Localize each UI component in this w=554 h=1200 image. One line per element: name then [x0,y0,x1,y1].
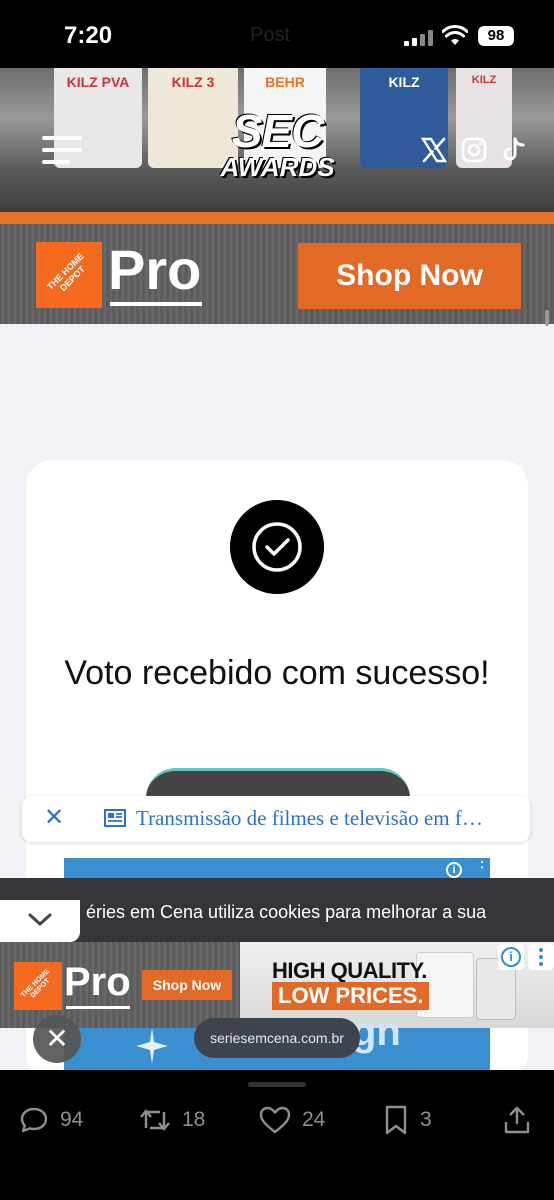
reply-icon [20,1107,48,1133]
repost-count: 18 [182,1108,206,1131]
cookie-text: éries em Cena utiliza cookies para melho… [86,902,487,922]
share-button[interactable] [502,1104,542,1136]
wifi-icon [442,25,468,45]
more-dots-icon[interactable] [528,944,554,970]
like-button[interactable]: 24 [258,1104,325,1136]
status-bar: 7:20 Post 98 [0,0,554,68]
shop-now-button[interactable]: Shop Now [142,970,232,1000]
check-circle-icon [230,500,324,594]
chevron-down-icon [28,913,52,926]
shop-now-button[interactable]: Shop Now [298,243,521,309]
like-count: 24 [302,1108,326,1131]
status-time: 7:20 [64,22,113,49]
collapse-tab[interactable] [0,900,80,942]
bookmark-button[interactable]: 3 [382,1104,432,1136]
sparkle-icon [136,1028,168,1064]
home-depot-logo: THE HOME DEPOT [14,962,62,1010]
pro-label: Pro [108,238,202,301]
pro-underline [110,302,202,306]
link-preview-bar[interactable]: ✕ Transmissão de filmes e televisão em f… [22,796,530,842]
tiktok-icon[interactable] [500,136,528,164]
pro-underline [66,1006,130,1009]
reply-count: 94 [60,1108,84,1131]
home-depot-logo: THE HOME DEPOT [36,242,102,308]
bookmark-icon [385,1105,407,1135]
close-overlay-button[interactable]: ✕ [33,1015,81,1063]
scroll-indicator [545,310,549,326]
success-message: Voto recebido com sucesso! [64,654,490,692]
site-logo[interactable]: SEC AWARDS [205,108,350,180]
menu-icon[interactable] [42,136,82,166]
pro-label: Pro [64,960,131,1004]
reply-button[interactable]: 94 [18,1104,83,1136]
battery-indicator: 98 [478,26,514,46]
instagram-icon[interactable] [460,136,488,164]
url-pill[interactable]: seriesemcena.com.br [194,1018,360,1058]
share-icon [504,1106,530,1134]
x-icon[interactable] [420,136,448,164]
link-title[interactable]: Transmissão de filmes e televisão em f… [136,806,516,831]
ad-info-icon[interactable]: i [446,862,462,878]
orange-stripe [0,212,554,224]
ad-info-icon[interactable]: i [498,944,524,970]
close-icon[interactable]: ✕ [44,806,68,830]
more-dots-icon[interactable]: ⋮ [474,855,490,880]
sheet-grabber[interactable] [248,1082,306,1087]
screen: 7:20 Post 98 KILZ PVA KILZ 3 BEHR KILZ K… [0,0,554,1200]
ad-headline: HIGH QUALITY. [272,958,427,983]
heart-icon [259,1106,291,1134]
bookmark-count: 3 [420,1108,432,1131]
ad-subheadline: LOW PRICES. [272,982,430,1010]
repost-button[interactable]: 18 [138,1104,205,1136]
signal-icon [404,30,434,46]
repost-icon [140,1109,170,1131]
status-ghost-title: Post [250,24,291,46]
article-icon [104,809,126,827]
